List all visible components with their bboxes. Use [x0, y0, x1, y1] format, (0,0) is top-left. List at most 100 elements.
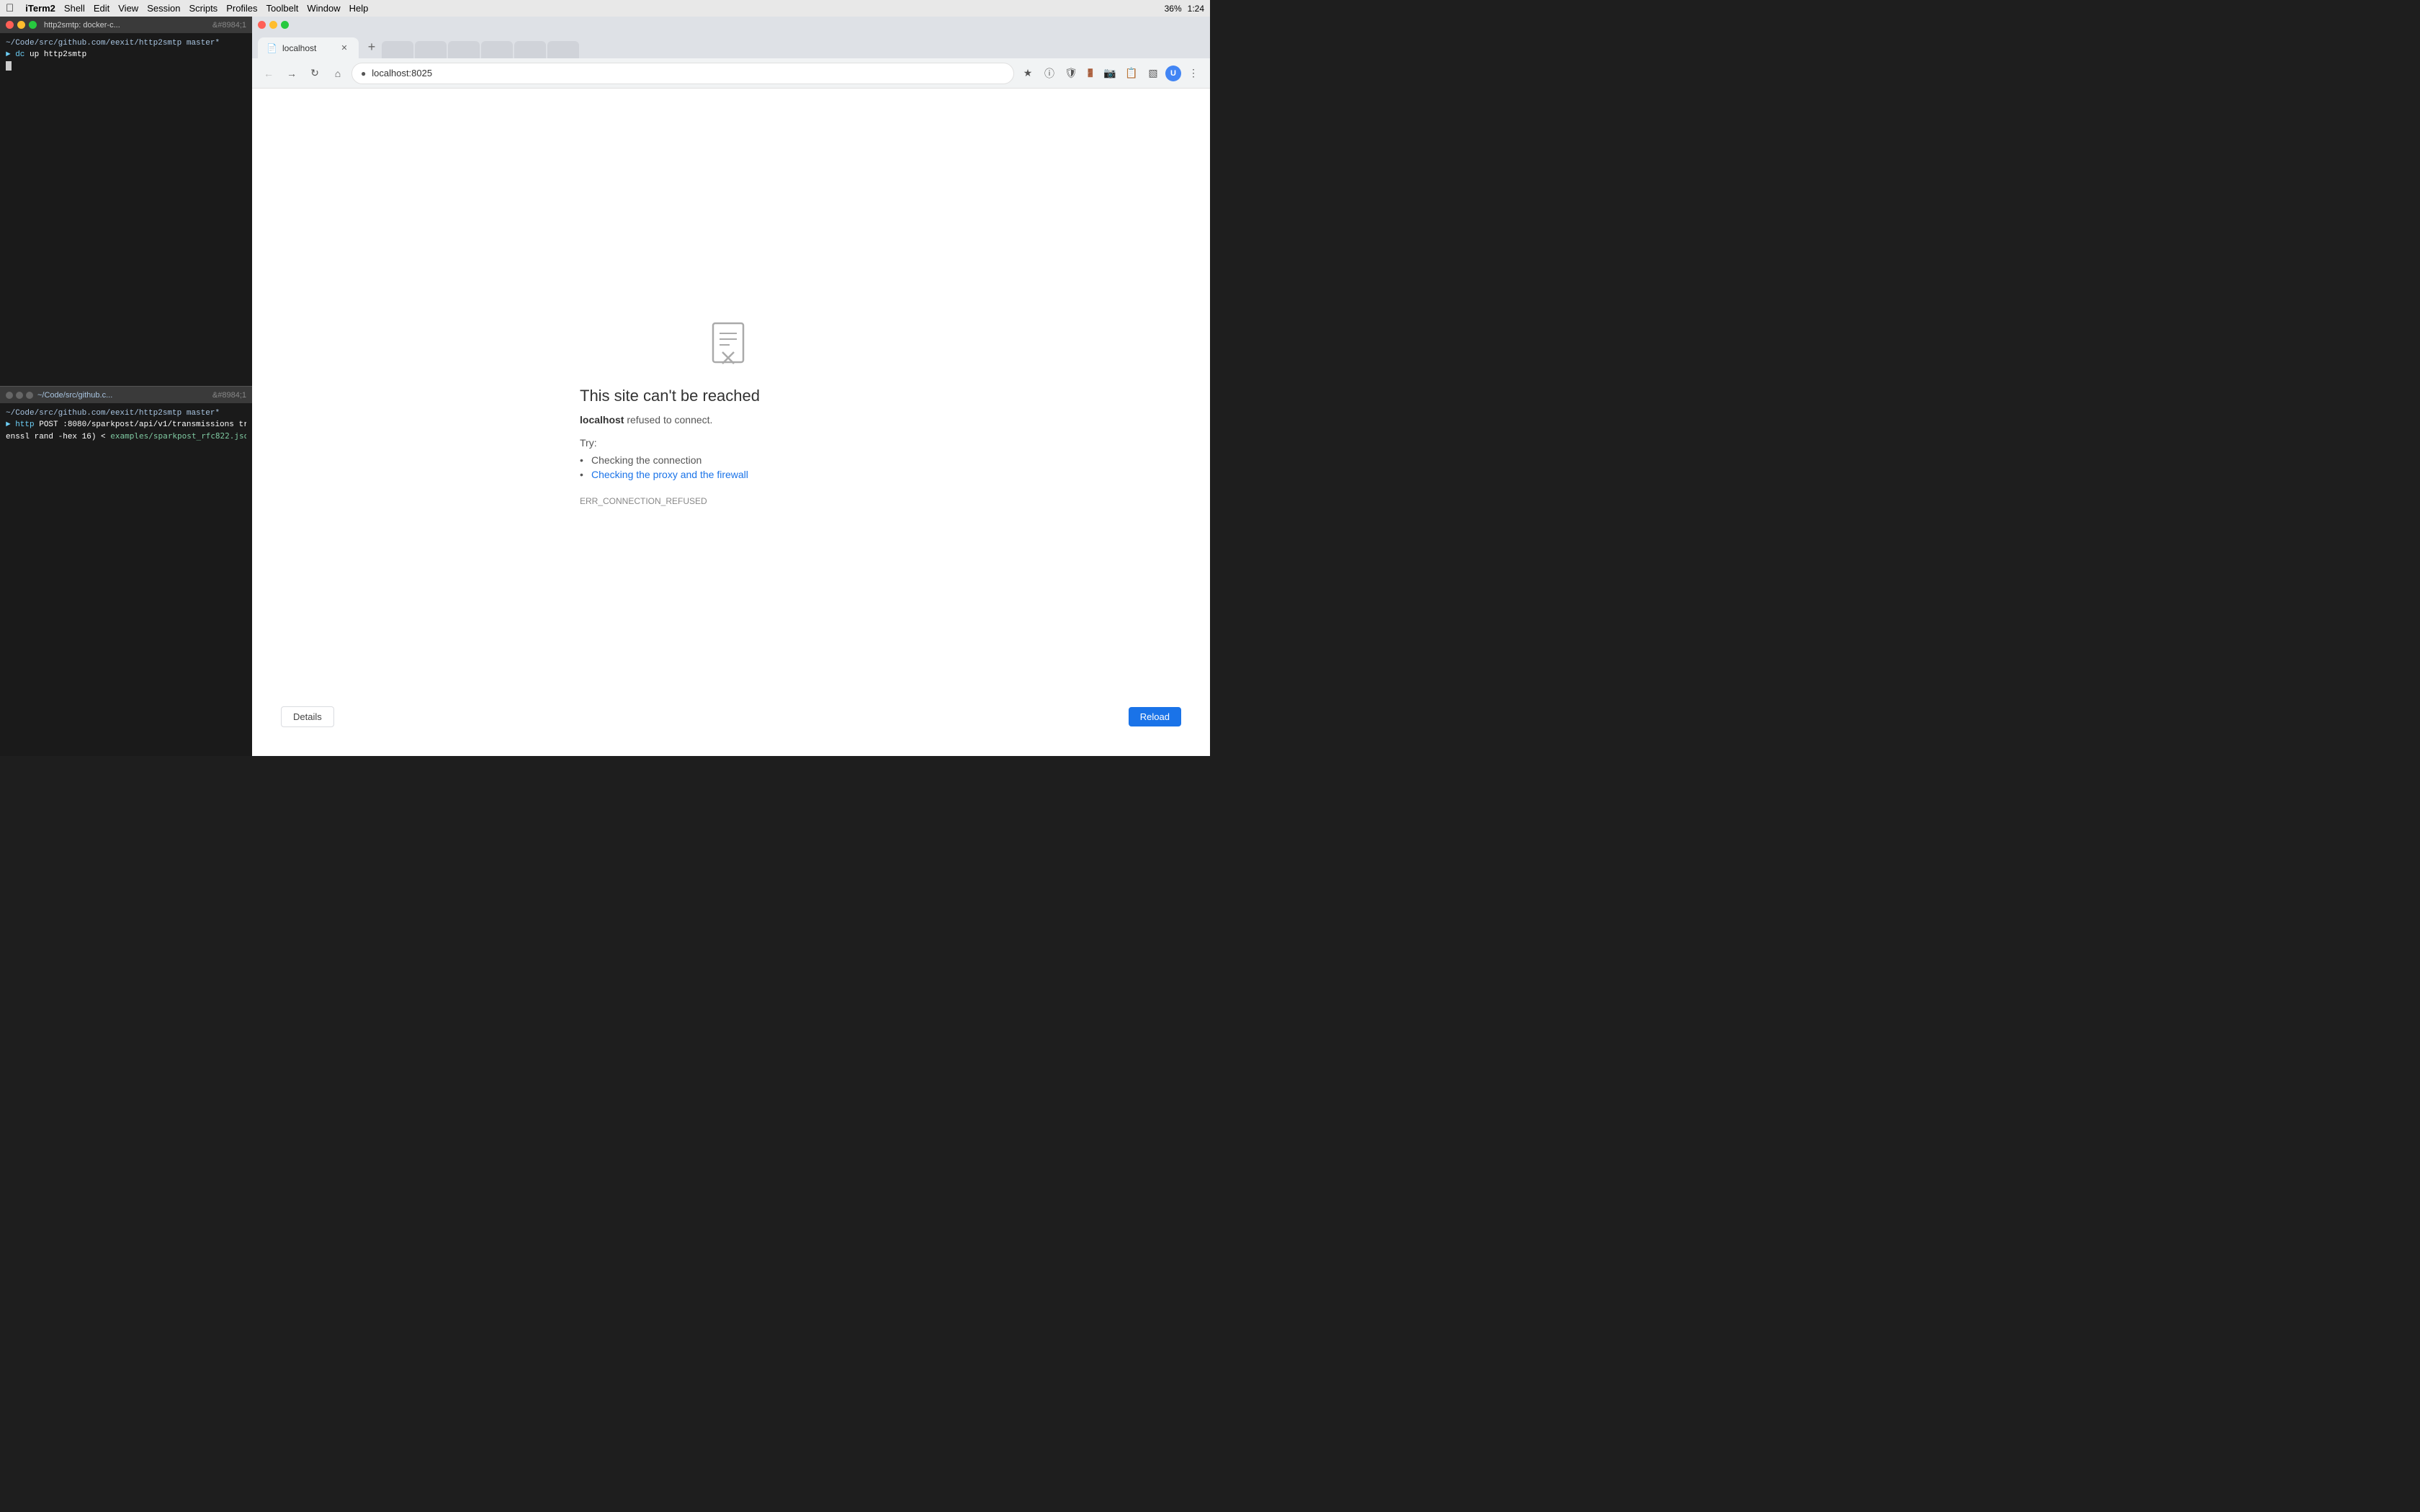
browser-shield-button[interactable]: 🛡	[1062, 64, 1080, 83]
browser-forward-button[interactable]: →	[282, 64, 301, 83]
extra-tab-6	[547, 41, 579, 58]
terminal-path-bottom-bar: ~/Code/src/github.c...	[37, 391, 112, 400]
terminal-window: http2smtp: docker-c... &#8984;1 ~/Code/s…	[0, 17, 252, 756]
error-page-icon	[709, 322, 753, 372]
extra-tab-1	[382, 41, 413, 58]
terminal-traffic-lights	[6, 21, 37, 29]
menu-help[interactable]: Help	[349, 3, 369, 14]
error-buttons: Details Reload	[252, 706, 1210, 727]
menu-bar:  iTerm2 Shell Edit View Session Scripts…	[0, 0, 1210, 17]
browser-error-page: This site can't be reached localhost ref…	[252, 89, 1210, 756]
extension-icon-1[interactable]: 🚪	[1083, 66, 1098, 81]
address-bar[interactable]: ● localhost:8025	[351, 63, 1014, 84]
menu-window[interactable]: Window	[307, 3, 340, 14]
menu-clock: 1:24	[1188, 4, 1204, 14]
terminal-prompt-top: ►	[6, 50, 15, 59]
menu-view[interactable]: View	[118, 3, 138, 14]
terminal-shortcut-bottom: &#8984;1	[212, 391, 246, 400]
menu-bar-items: Shell Edit View Session Scripts Profiles…	[64, 3, 368, 14]
browser-info-button[interactable]: ⓘ	[1040, 64, 1059, 83]
error-host: localhost	[580, 414, 624, 426]
menu-scripts[interactable]: Scripts	[189, 3, 218, 14]
terminal-cmd-blue: dc	[15, 50, 30, 59]
terminal-shortcut: &#8984;1	[212, 21, 246, 30]
browser-tabs: 📄 localhost ✕ +	[252, 33, 1210, 58]
error-suggestions-list: Checking the connection Checking the pro…	[580, 453, 882, 482]
browser-menu-button[interactable]: ⋮	[1184, 64, 1203, 83]
main-content: http2smtp: docker-c... &#8984;1 ~/Code/s…	[0, 17, 1210, 756]
browser-user-avatar[interactable]: U	[1165, 66, 1181, 81]
error-code: ERR_CONNECTION_REFUSED	[580, 496, 882, 506]
browser-reload-button[interactable]: ↻	[305, 64, 324, 83]
terminal-cmd-http: http	[15, 420, 34, 429]
terminal-cursor-line	[6, 60, 246, 72]
terminal-prompt-bottom: ►	[6, 420, 15, 429]
browser-window: 📄 localhost ✕ + ← → ↻ ⌂ ● localhost:80	[252, 17, 1210, 756]
apple-menu[interactable]: 	[6, 2, 14, 14]
browser-tab-active[interactable]: 📄 localhost ✕	[258, 37, 359, 58]
browser-copy-button[interactable]: 📋	[1122, 64, 1141, 83]
menu-bar-right: 36% 1:24	[1165, 4, 1204, 14]
extra-tab-4	[481, 41, 513, 58]
terminal-minimize-button[interactable]	[17, 21, 25, 29]
browser-minimize-button[interactable]	[269, 21, 277, 29]
terminal-close-button[interactable]	[6, 21, 14, 29]
browser-tab-close[interactable]: ✕	[339, 42, 350, 54]
terminal-line-path: ~/Code/src/github.com/eexit/http2smtp ma…	[6, 37, 246, 49]
error-description: localhost refused to connect.	[580, 414, 882, 426]
terminal-path-bottom: ~/Code/src/github.com/eexit/http2smtp	[6, 409, 182, 418]
address-lock-icon: ●	[361, 68, 366, 78]
terminal-dot-1	[6, 392, 13, 399]
app-name: iTerm2	[25, 3, 55, 14]
menu-profiles[interactable]: Profiles	[226, 3, 257, 14]
terminal-branch-bottom: master*	[187, 409, 220, 418]
terminal-bottom-path-line: ~/Code/src/github.com/eexit/http2smtp ma…	[6, 408, 246, 419]
menu-toolbelt[interactable]: Toolbelt	[266, 3, 299, 14]
error-try-label: Try:	[580, 437, 882, 449]
error-suggestion-2[interactable]: Checking the proxy and the firewall	[580, 467, 882, 482]
terminal-dot-3	[26, 392, 33, 399]
terminal-cmd-text: up http2smtp	[30, 50, 86, 59]
browser-tab-title: localhost	[282, 43, 333, 53]
browser-home-button[interactable]: ⌂	[328, 64, 347, 83]
browser-camera-button[interactable]: 📷	[1101, 64, 1119, 83]
browser-traffic-lights	[258, 21, 289, 29]
error-reload-button[interactable]: Reload	[1129, 707, 1181, 726]
browser-maximize-button[interactable]	[281, 21, 289, 29]
terminal-title-bar-top: http2smtp: docker-c... &#8984;1	[0, 17, 252, 33]
browser-new-tab-button[interactable]: +	[362, 37, 382, 57]
error-proxy-link[interactable]: Checking the proxy and the firewall	[591, 469, 748, 480]
extra-tab-3	[448, 41, 480, 58]
browser-back-button[interactable]: ←	[259, 64, 278, 83]
error-content: This site can't be reached localhost ref…	[580, 387, 882, 523]
browser-toolbar-right: ★ ⓘ 🛡 🚪 📷 📋 ▧ U ⋮	[1018, 64, 1203, 83]
browser-title-bar	[252, 17, 1210, 33]
terminal-pane-bottom-bar: ~/Code/src/github.c... &#8984;1	[0, 387, 252, 403]
address-url: localhost:8025	[372, 68, 1005, 78]
terminal-bottom-dots	[6, 392, 33, 399]
menu-shell[interactable]: Shell	[64, 3, 85, 14]
error-suggestion-1: Checking the connection	[580, 453, 882, 467]
extra-tabs-area	[382, 41, 1204, 58]
browser-close-button[interactable]	[258, 21, 266, 29]
error-description-text: refused to connect.	[627, 414, 712, 426]
terminal-bottom-command-line: ► http POST :8080/sparkpost/api/v1/trans…	[6, 419, 246, 431]
extra-tab-2	[415, 41, 447, 58]
menu-session[interactable]: Session	[147, 3, 180, 14]
browser-extensions-button[interactable]: ▧	[1144, 64, 1162, 83]
terminal-pane-top[interactable]: ~/Code/src/github.com/eexit/http2smtp ma…	[0, 33, 252, 386]
terminal-cmd-post: POST :8080/sparkpost/api/v1/transmission…	[39, 420, 246, 429]
error-title: This site can't be reached	[580, 387, 882, 405]
terminal-cmd-file: examples/sparkpost_rfc822.json	[110, 431, 246, 441]
error-details-button[interactable]: Details	[281, 706, 334, 727]
browser-toolbar: ← → ↻ ⌂ ● localhost:8025 ★ ⓘ 🛡 🚪 📷 📋 ▧ U…	[252, 58, 1210, 89]
terminal-title-text: http2smtp: docker-c...	[44, 21, 120, 30]
terminal-path-top: ~/Code/src/github.com/eexit/http2smtp	[6, 39, 182, 48]
terminal-pane-bottom[interactable]: ~/Code/src/github.com/eexit/http2smtp ma…	[0, 403, 252, 756]
terminal-maximize-button[interactable]	[29, 21, 37, 29]
browser-bookmark-button[interactable]: ★	[1018, 64, 1037, 83]
terminal-cursor	[6, 61, 12, 71]
menu-edit[interactable]: Edit	[94, 3, 109, 14]
terminal-line-command: ► dc up http2smtp	[6, 49, 246, 60]
extra-tab-5	[514, 41, 546, 58]
